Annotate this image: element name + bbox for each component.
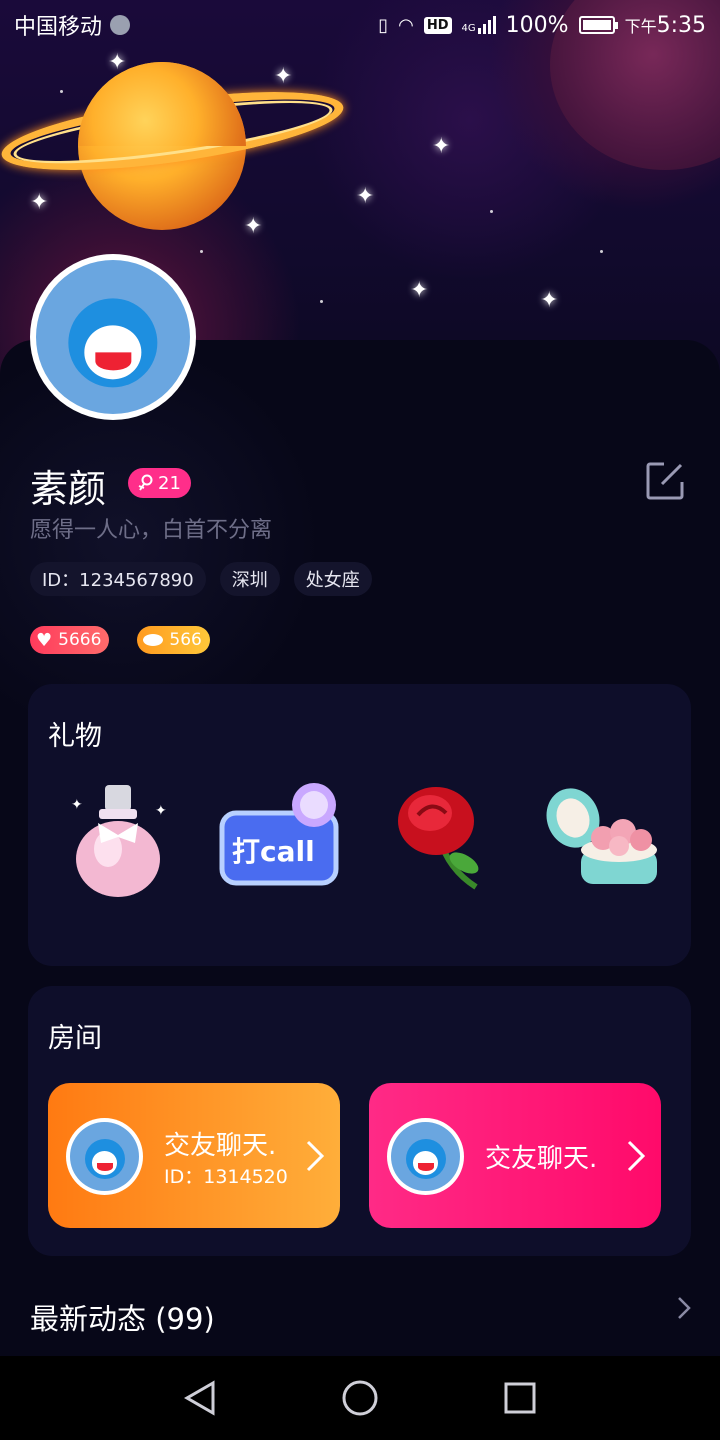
- home-button[interactable]: [340, 1378, 380, 1418]
- star-icon: ✦: [432, 134, 451, 159]
- signal-icon: 4G: [462, 16, 496, 34]
- back-button[interactable]: [180, 1378, 220, 1418]
- flower-box-icon: [546, 788, 657, 884]
- likes-badge: ♥ 5666: [30, 626, 110, 654]
- room-name: 交友聊天.: [485, 1144, 598, 1174]
- edit-profile-icon[interactable]: [646, 462, 684, 500]
- battery-percent: 100%: [505, 12, 569, 38]
- room-name: 交友聊天.: [164, 1131, 277, 1161]
- room-id: ID：1314520: [164, 1166, 288, 1188]
- call-sign-icon: 打call: [219, 783, 339, 886]
- rooms-title: 房间: [48, 1023, 102, 1054]
- rose-icon: [397, 787, 479, 890]
- recents-button[interactable]: [500, 1378, 540, 1418]
- doraemon-avatar-icon: [84, 1139, 125, 1180]
- heart-icon: ♥: [36, 629, 53, 651]
- coin-icon: [143, 634, 164, 646]
- network-type-label: 4G: [461, 23, 476, 34]
- chevron-right-icon[interactable]: [676, 1295, 692, 1321]
- star-dot: [200, 250, 203, 253]
- doraemon-avatar-icon: [68, 298, 158, 388]
- time-prefix: 下午: [624, 16, 657, 36]
- latest-feed-title[interactable]: 最新动态 (99): [30, 1296, 215, 1338]
- profile-signature: 愿得一人心，白首不分离: [30, 518, 273, 543]
- user-id-tag: ID：1234567890: [30, 562, 206, 596]
- coins-badge: 566: [137, 626, 210, 654]
- vibrate-icon: ▯: [378, 14, 389, 36]
- star-icon: ✦: [108, 50, 127, 75]
- room-list: 交友聊天. ID：1314520 交友聊天.: [48, 1083, 661, 1228]
- saturn-planet-front: [78, 62, 246, 146]
- wifi-icon: ◠: [398, 14, 414, 36]
- doraemon-avatar-icon: [405, 1139, 446, 1180]
- room-avatar: [66, 1118, 143, 1195]
- chevron-right-icon: [627, 1140, 646, 1172]
- rooms-card: 房间 交友聊天. ID：1314520 交友聊天.: [28, 986, 691, 1256]
- gift-item-rose[interactable]: [375, 774, 505, 904]
- star-icon: ✦: [410, 278, 429, 303]
- carrier-label: 中国移动: [14, 15, 103, 40]
- notification-icon: [110, 15, 131, 35]
- home-circle-icon: [342, 1380, 378, 1416]
- star-dot: [320, 300, 323, 303]
- star-icon: ✦: [30, 190, 49, 215]
- svg-text:✦: ✦: [155, 803, 167, 819]
- gift-item-call-sign[interactable]: 打call: [214, 774, 344, 904]
- star-icon: ✦: [356, 184, 375, 209]
- star-icon: ✦: [540, 288, 559, 313]
- svg-text:✦: ✦: [71, 797, 83, 813]
- room-card[interactable]: 交友聊天. ID：1314520: [48, 1083, 340, 1228]
- perfume-icon: ✦ ✦: [71, 785, 167, 897]
- coins-count: 566: [169, 630, 202, 650]
- profile-screen: ✦ ✦ ✦ ✦ ✦ ✦ ✦ ✦ 中国移动 ▯ ◠ HD 4G 100% 下午5:…: [0, 0, 720, 1440]
- battery-icon: [578, 16, 618, 34]
- gifts-title: 礼物: [48, 721, 102, 752]
- gift-item-flower-box[interactable]: [536, 774, 666, 904]
- zodiac-tag: 处女座: [293, 562, 372, 596]
- back-triangle-icon: [183, 1380, 215, 1416]
- female-icon: [138, 474, 153, 491]
- clock: 5:35: [656, 12, 706, 38]
- profile-tags: ID：1234567890 深圳 处女座: [30, 562, 372, 596]
- star-dot: [60, 90, 63, 93]
- city-tag: 深圳: [219, 562, 280, 596]
- age-label: 21: [158, 472, 181, 494]
- call-sign-text: 打call: [232, 835, 315, 868]
- system-navigation-bar: [0, 1356, 720, 1440]
- gifts-card: 礼物 ✦ ✦ 打call: [28, 684, 691, 966]
- chevron-right-icon: [306, 1140, 325, 1172]
- profile-name: 素颜: [30, 467, 107, 511]
- star-dot: [600, 250, 603, 253]
- status-bar: 中国移动 ▯ ◠ HD 4G 100% 下午5:35: [0, 0, 720, 50]
- recents-square-icon: [504, 1382, 536, 1414]
- profile-avatar[interactable]: [30, 254, 196, 420]
- gift-item-perfume[interactable]: ✦ ✦: [53, 774, 183, 904]
- star-dot: [490, 210, 493, 213]
- gift-list: ✦ ✦ 打call: [28, 774, 691, 904]
- profile-stats: ♥ 5666 566: [30, 626, 210, 654]
- star-icon: ✦: [244, 214, 263, 239]
- likes-count: 5666: [58, 630, 102, 650]
- room-card[interactable]: 交友聊天.: [369, 1083, 661, 1228]
- age-gender-badge: 21: [128, 468, 191, 498]
- hd-badge: HD: [423, 16, 452, 34]
- star-icon: ✦: [274, 64, 293, 89]
- room-avatar: [387, 1118, 464, 1195]
